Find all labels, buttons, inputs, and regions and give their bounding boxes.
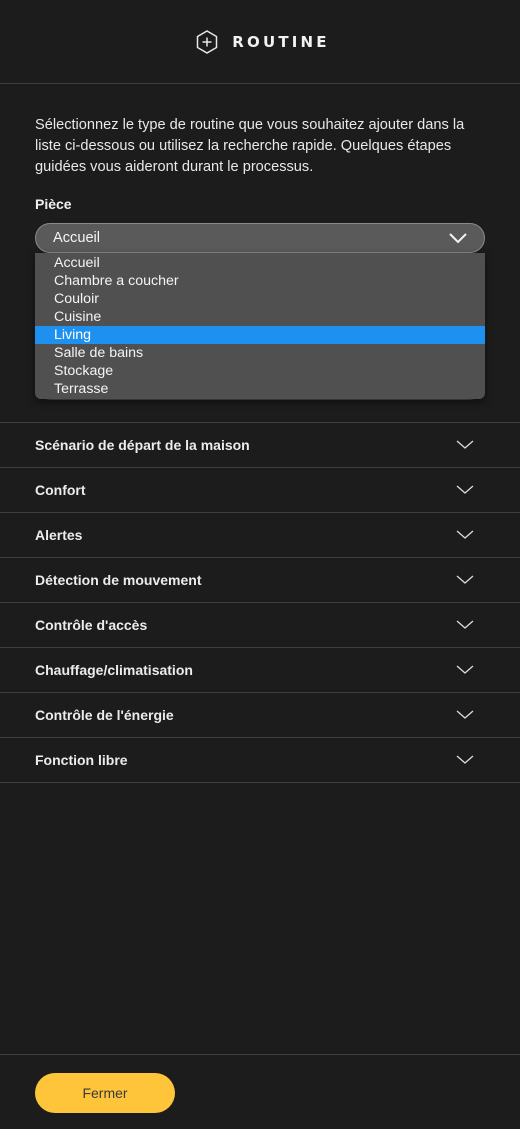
footer: Fermer xyxy=(0,1054,520,1129)
room-option[interactable]: Stockage xyxy=(35,362,485,380)
chevron-down-icon xyxy=(449,233,467,244)
category-item[interactable]: Scénario de départ de la maison xyxy=(0,423,520,468)
chevron-down-icon xyxy=(456,440,474,449)
category-item[interactable]: Confort xyxy=(0,468,520,513)
category-item[interactable]: Détection de mouvement xyxy=(0,558,520,603)
category-label: Contrôle d'accès xyxy=(35,617,148,633)
category-item[interactable]: Alertes xyxy=(0,513,520,558)
chevron-down-icon xyxy=(456,665,474,674)
room-select[interactable]: Accueil xyxy=(35,223,485,253)
chevron-down-icon xyxy=(456,755,474,764)
room-option[interactable]: Chambre a coucher xyxy=(35,272,485,290)
chevron-down-icon xyxy=(456,575,474,584)
chevron-down-icon xyxy=(456,530,474,539)
category-label: Confort xyxy=(35,482,86,498)
page-title: ROUTINE xyxy=(232,32,330,51)
category-label: Fonction libre xyxy=(35,752,128,768)
chevron-down-icon xyxy=(456,620,474,629)
intro-text: Sélectionnez le type de routine que vous… xyxy=(35,117,465,175)
room-select-value: Accueil xyxy=(53,230,101,246)
close-button[interactable]: Fermer xyxy=(35,1073,175,1113)
category-label: Alertes xyxy=(35,527,83,543)
category-item[interactable]: Chauffage/climatisation xyxy=(0,648,520,693)
header-title-group: ROUTINE xyxy=(196,29,330,54)
room-dropdown-list: Accueil Chambre a coucher Couloir Cuisin… xyxy=(35,253,485,399)
category-label: Scénario de départ de la maison xyxy=(35,437,250,453)
room-option-highlighted[interactable]: Living xyxy=(35,326,485,344)
category-item[interactable]: Contrôle de l'énergie xyxy=(0,693,520,738)
category-label: Détection de mouvement xyxy=(35,572,202,588)
room-label: Pièce xyxy=(35,196,72,212)
category-item[interactable]: Fonction libre xyxy=(0,738,520,783)
category-item[interactable]: Contrôle d'accès xyxy=(0,603,520,648)
chevron-down-icon xyxy=(456,710,474,719)
room-option[interactable]: Cuisine xyxy=(35,308,485,326)
category-accordion: Scénario de départ de la maison Confort … xyxy=(0,422,520,783)
hexagon-plus-icon xyxy=(197,29,218,54)
room-option[interactable]: Terrasse xyxy=(35,380,485,398)
room-option[interactable]: Couloir xyxy=(35,290,485,308)
category-label: Contrôle de l'énergie xyxy=(35,707,174,723)
room-option[interactable]: Accueil xyxy=(35,254,485,272)
chevron-down-icon xyxy=(456,485,474,494)
header: ROUTINE xyxy=(0,0,520,84)
room-option[interactable]: Salle de bains xyxy=(35,344,485,362)
category-label: Chauffage/climatisation xyxy=(35,662,193,678)
